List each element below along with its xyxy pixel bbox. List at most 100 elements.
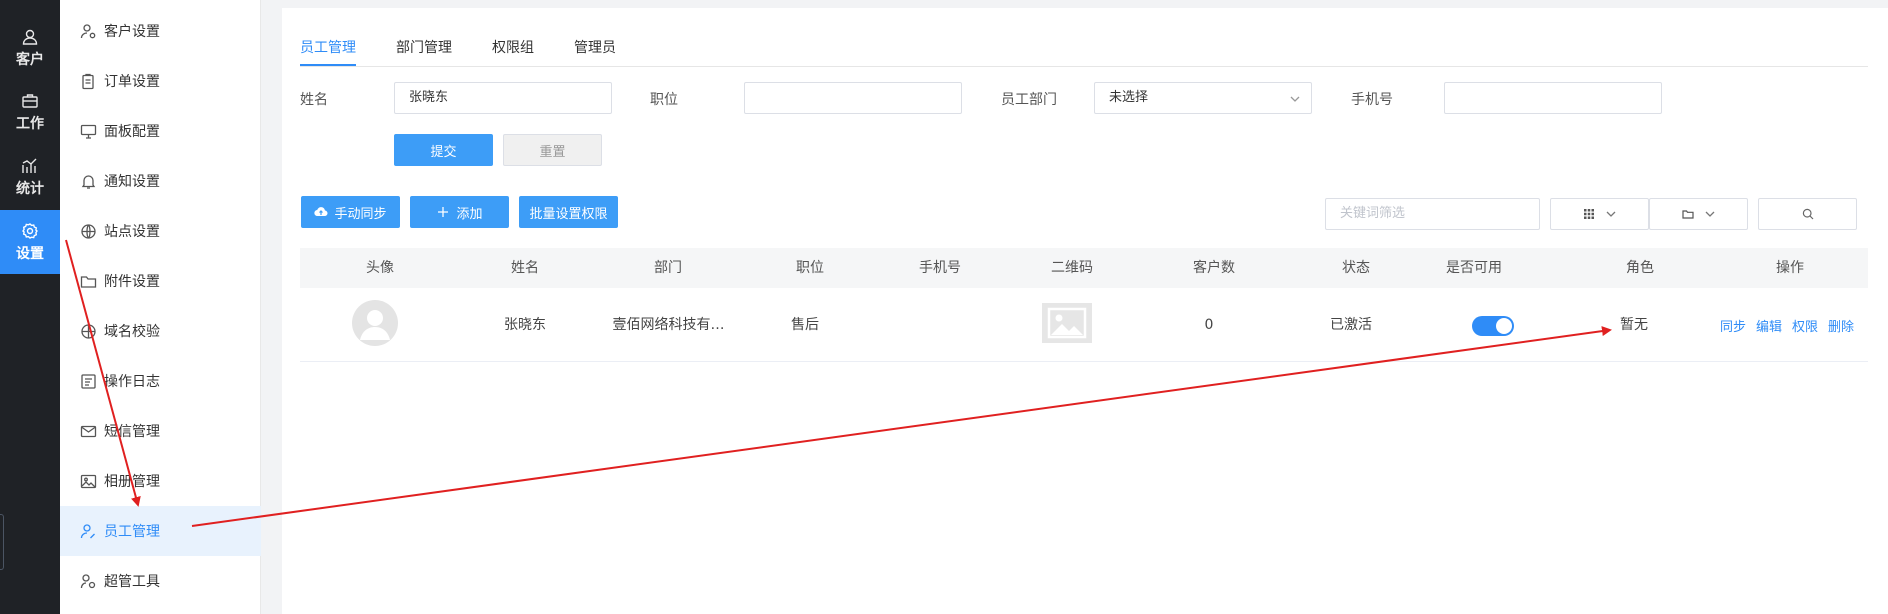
sidebar-item-super-admin-tools[interactable]: 超管工具 (60, 556, 261, 606)
tab-administrators[interactable]: 管理员 (574, 30, 616, 66)
rail-item-work[interactable]: 工作 (0, 80, 60, 144)
submit-button[interactable]: 提交 (394, 134, 493, 166)
rail-notch (0, 514, 4, 570)
column-header-qrcode: 二维码 (1051, 260, 1093, 276)
rail-item-stats[interactable]: 统计 (0, 145, 60, 209)
sidebar-item-domain-check[interactable]: 域名校验 (60, 306, 261, 356)
delete-action-link[interactable]: 删除 (1828, 316, 1854, 335)
cell-status: 已激活 (1330, 317, 1372, 333)
sidebar-item-label: 短信管理 (104, 424, 160, 440)
sidebar-item-staff-management[interactable]: 员工管理 (60, 506, 261, 556)
department-select[interactable]: 未选择 (1094, 82, 1312, 114)
main-nav-rail: 客户 工作 统计 设置 (0, 0, 60, 614)
add-label: 添加 (456, 206, 483, 222)
gear-icon (22, 222, 38, 239)
column-header-position: 职位 (796, 260, 824, 276)
qrcode-image[interactable] (1042, 303, 1092, 343)
rail-item-customer[interactable]: 客户 (0, 16, 60, 80)
tab-permission-groups[interactable]: 权限组 (492, 30, 534, 66)
globe-icon (81, 223, 96, 239)
column-header-name: 姓名 (511, 260, 539, 276)
sidebar-item-label: 附件设置 (104, 274, 160, 290)
department-select-value: 未选择 (1109, 90, 1149, 105)
folder-icon (1681, 210, 1694, 219)
permission-action-link[interactable]: 权限 (1792, 316, 1818, 335)
column-header-enabled: 是否可用 (1446, 260, 1502, 276)
settings-sidebar: 客户设置 订单设置 面板配置 通知设置 站点设置 附件设置 域名校验 操作日志 … (60, 0, 261, 614)
search-button[interactable] (1758, 198, 1857, 230)
manual-sync-button[interactable]: 手动同步 (301, 196, 400, 228)
default-avatar-icon (360, 310, 390, 340)
enabled-toggle[interactable] (1472, 316, 1514, 336)
monitor-icon (80, 124, 97, 139)
cloud-upload-icon (314, 207, 328, 217)
sidebar-item-label: 通知设置 (104, 174, 160, 190)
cell-phone (890, 288, 990, 362)
sidebar-item-panel-config[interactable]: 面板配置 (60, 106, 261, 156)
column-settings-button[interactable] (1550, 198, 1649, 230)
tab-department-management[interactable]: 部门管理 (396, 30, 452, 66)
add-button[interactable]: 添加 (410, 196, 509, 228)
sidebar-item-label: 客户设置 (104, 24, 160, 40)
search-icon (1802, 208, 1813, 220)
department-label: 员工部门 (1001, 92, 1057, 108)
sidebar-item-album-management[interactable]: 相册管理 (60, 456, 261, 506)
cell-name: 张晓东 (504, 317, 546, 333)
sidebar-item-notification-settings[interactable]: 通知设置 (60, 156, 261, 206)
sidebar-item-order-settings[interactable]: 订单设置 (60, 56, 261, 106)
tab-staff-management[interactable]: 员工管理 (300, 30, 356, 66)
avatar (352, 300, 398, 346)
domain-icon (81, 323, 96, 339)
column-header-phone: 手机号 (919, 260, 961, 276)
sidebar-item-label: 面板配置 (104, 124, 160, 140)
export-button[interactable] (1649, 198, 1748, 230)
column-header-role: 角色 (1626, 260, 1654, 276)
sidebar-item-sms-management[interactable]: 短信管理 (60, 406, 261, 456)
grid-icon (1583, 209, 1594, 219)
rail-item-label: 客户 (16, 51, 44, 68)
position-label: 职位 (650, 92, 678, 108)
column-header-department: 部门 (654, 260, 682, 276)
column-header-customer-count: 客户数 (1193, 260, 1235, 276)
user-gear-icon (80, 23, 96, 38)
sidebar-item-attachment-settings[interactable]: 附件设置 (60, 256, 261, 306)
name-field[interactable]: 张晓东 (394, 82, 612, 114)
edit-action-link[interactable]: 编辑 (1756, 316, 1782, 335)
rail-item-settings[interactable]: 设置 (0, 210, 60, 274)
cell-position: 售后 (791, 317, 819, 333)
log-icon (81, 373, 96, 389)
bell-icon (81, 174, 96, 189)
name-label: 姓名 (300, 92, 328, 108)
reset-button[interactable]: 重置 (503, 134, 602, 166)
tools-icon (80, 573, 96, 588)
image-placeholder-icon (1047, 307, 1087, 339)
chart-icon (22, 158, 37, 173)
column-header-status: 状态 (1342, 260, 1370, 276)
sidebar-item-label: 相册管理 (104, 474, 160, 490)
sidebar-item-label: 操作日志 (104, 374, 160, 390)
sync-action-link[interactable]: 同步 (1720, 316, 1746, 335)
batch-permissions-button[interactable]: 批量设置权限 (519, 196, 618, 228)
rail-item-label: 统计 (16, 180, 44, 197)
sidebar-item-label: 超管工具 (104, 574, 160, 590)
mail-icon (80, 425, 97, 437)
manual-sync-label: 手动同步 (334, 206, 387, 222)
chevron-down-icon (1606, 211, 1615, 217)
phone-label: 手机号 (1351, 92, 1393, 108)
sidebar-item-site-settings[interactable]: 站点设置 (60, 206, 261, 256)
phone-field[interactable] (1444, 82, 1662, 114)
user-edit-icon (80, 523, 95, 538)
rail-item-label: 设置 (16, 245, 44, 262)
column-header-avatar: 头像 (366, 260, 394, 276)
position-field[interactable] (744, 82, 962, 114)
sidebar-item-label: 站点设置 (104, 224, 160, 240)
cell-role: 暂无 (1620, 317, 1648, 333)
sidebar-item-operation-log[interactable]: 操作日志 (60, 356, 261, 406)
chevron-down-icon (1705, 211, 1714, 217)
sidebar-item-customer-settings[interactable]: 客户设置 (60, 6, 261, 56)
tab-bar: 员工管理 部门管理 权限组 管理员 (300, 30, 656, 68)
plus-icon (438, 207, 449, 217)
clipboard-icon (82, 73, 94, 89)
cell-department: 壹佰网络科技有… (612, 317, 725, 333)
keyword-filter-input[interactable]: 关键词筛选 (1325, 198, 1540, 230)
